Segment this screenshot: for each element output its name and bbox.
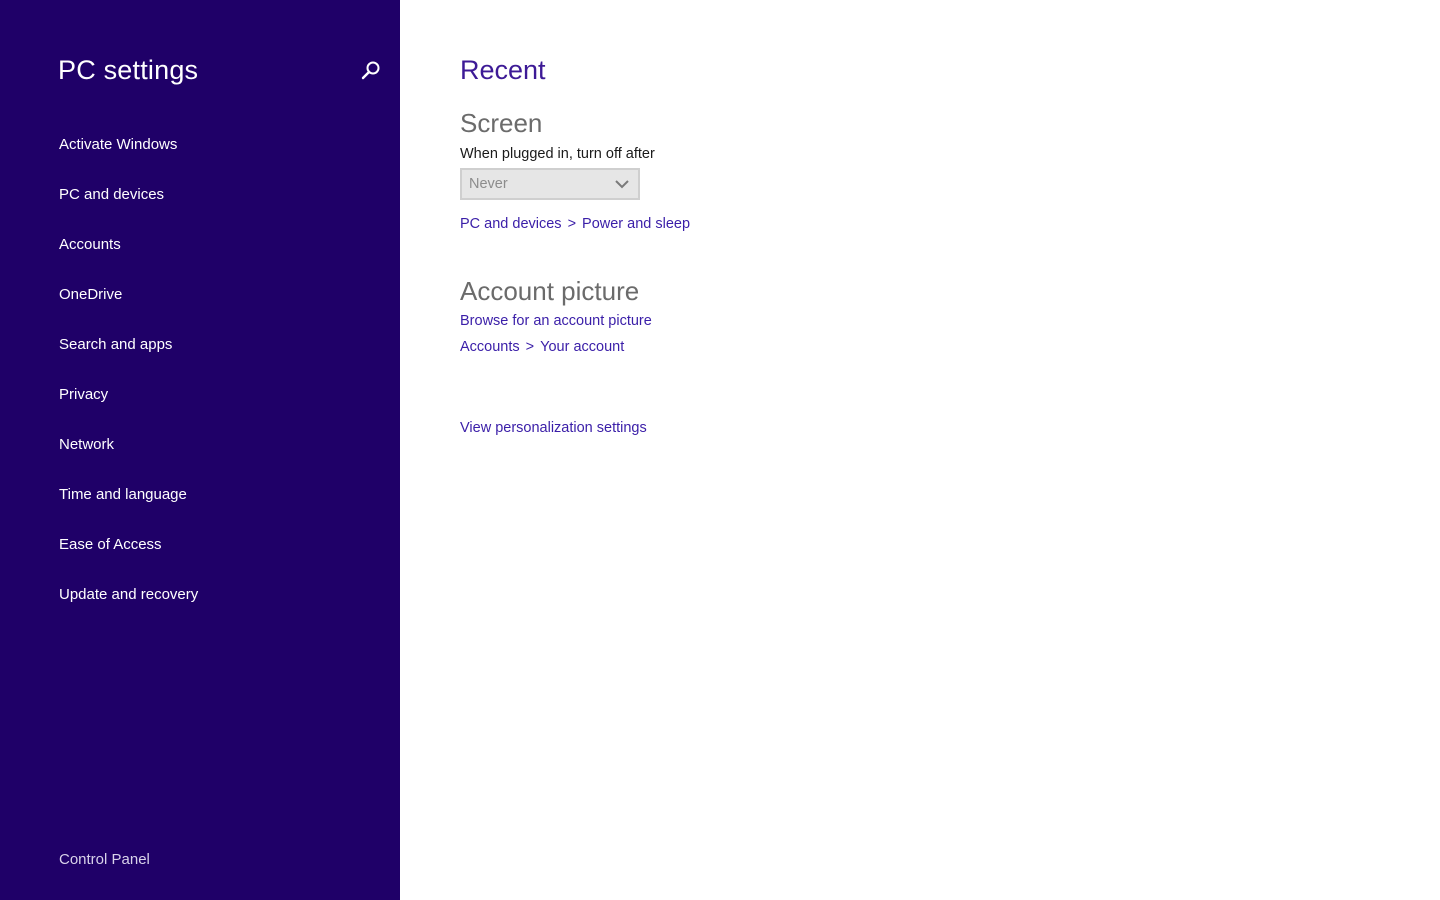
power-breadcrumb: PC and devices > Power and sleep: [460, 214, 690, 234]
account-breadcrumb: Accounts > Your account: [460, 337, 624, 357]
nav-item-accounts[interactable]: Accounts: [0, 220, 400, 270]
app-title: PC settings: [58, 55, 199, 85]
screen-heading: Screen: [460, 108, 543, 138]
personalization-row: View personalization settings: [460, 418, 647, 438]
screen-timeout-label: When plugged in, turn off after: [460, 146, 655, 162]
control-panel-link[interactable]: Control Panel: [59, 849, 150, 871]
nav-item-time-and-language[interactable]: Time and language: [0, 470, 400, 520]
nav-item-onedrive[interactable]: OneDrive: [0, 270, 400, 320]
search-icon[interactable]: [360, 60, 382, 82]
nav-item-update-and-recovery[interactable]: Update and recovery: [0, 570, 400, 620]
dropdown-selected-value: Never: [469, 176, 508, 192]
browse-account-picture-row: Browse for an account picture: [460, 311, 652, 331]
nav-item-network[interactable]: Network: [0, 420, 400, 470]
nav-item-ease-of-access[interactable]: Ease of Access: [0, 520, 400, 570]
browse-account-picture-link[interactable]: Browse for an account picture: [460, 313, 652, 329]
view-personalization-settings-link[interactable]: View personalization settings: [460, 420, 647, 436]
breadcrumb-separator: >: [567, 216, 577, 232]
your-account-link[interactable]: Your account: [540, 339, 624, 355]
chevron-down-icon: [615, 179, 629, 189]
navigation-pane: PC settings Activate Windows PC and devi…: [0, 0, 400, 900]
nav-item-activate-windows[interactable]: Activate Windows: [0, 120, 400, 170]
page-title: Recent: [460, 55, 546, 85]
screen-timeout-dropdown[interactable]: Never: [460, 168, 640, 200]
nav-list: Activate Windows PC and devices Accounts…: [0, 120, 400, 620]
nav-item-search-and-apps[interactable]: Search and apps: [0, 320, 400, 370]
nav-item-privacy[interactable]: Privacy: [0, 370, 400, 420]
nav-item-pc-and-devices[interactable]: PC and devices: [0, 170, 400, 220]
pc-and-devices-link[interactable]: PC and devices: [460, 216, 562, 232]
account-picture-heading: Account picture: [460, 276, 640, 306]
main-content: Recent Screen When plugged in, turn off …: [460, 0, 1400, 900]
power-and-sleep-link[interactable]: Power and sleep: [582, 216, 690, 232]
breadcrumb-separator: >: [525, 339, 535, 355]
pc-settings-window: PC settings Activate Windows PC and devi…: [0, 0, 1440, 900]
accounts-link[interactable]: Accounts: [460, 339, 520, 355]
